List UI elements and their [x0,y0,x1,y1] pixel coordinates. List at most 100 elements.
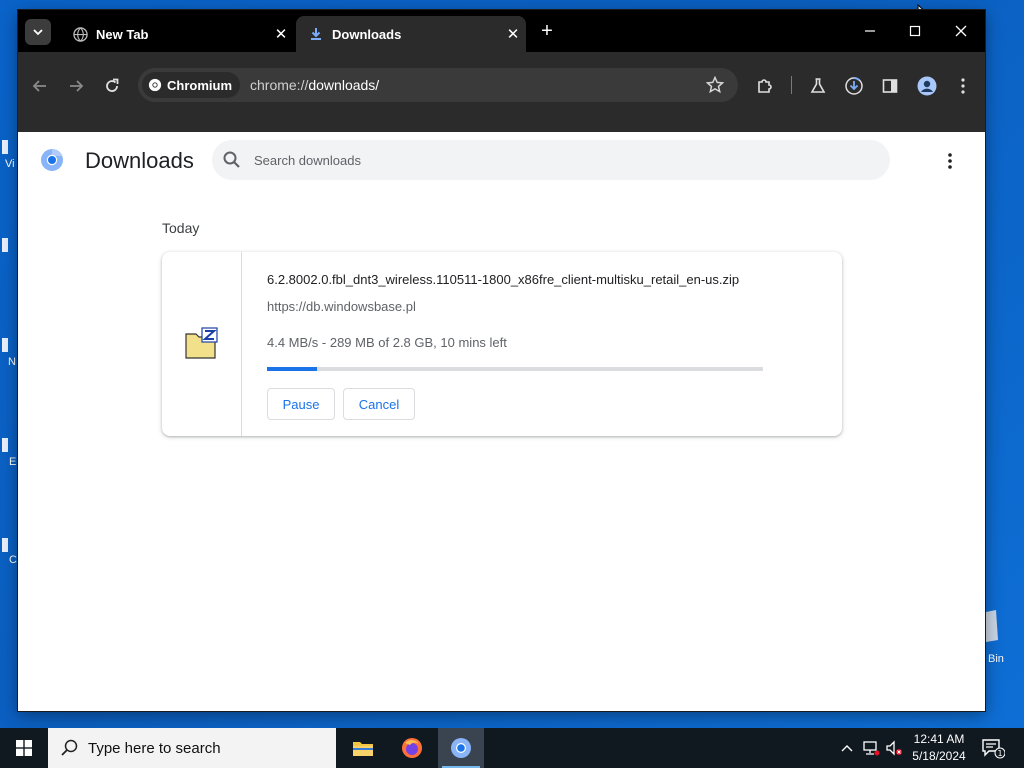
recycle-bin-icon[interactable] [986,608,998,645]
back-button[interactable] [28,74,52,98]
download-icon-column [162,252,242,436]
download-progress-bar [267,367,763,371]
clock-date: 5/18/2024 [912,749,966,763]
side-panel-icon [882,79,898,93]
close-icon [955,25,967,37]
desktop-icon-fragment[interactable] [2,140,8,157]
globe-icon [72,26,88,42]
browser-toolbar: Chromium chrome://downloads/ [18,52,985,132]
notification-icon: 1 [982,739,1005,759]
desktop-icon-label: N [8,356,16,368]
date-section-label: Today [162,220,200,236]
desktop-icon-fragment[interactable] [2,238,8,255]
site-chip-label: Chromium [167,77,232,93]
search-input[interactable] [254,145,854,175]
profile-button[interactable] [915,74,939,98]
tab-strip: New Tab ✕ Downloads ✕ + [18,10,985,52]
arrow-right-icon [70,80,84,92]
browser-window: New Tab ✕ Downloads ✕ + Chromium chrome:… [18,10,985,711]
chevron-down-icon [33,29,43,36]
url-text[interactable]: chrome://downloads/ [250,77,379,93]
address-bar[interactable]: Chromium chrome://downloads/ [138,68,738,102]
close-tab-icon[interactable]: ✕ [272,25,290,43]
minimize-button[interactable] [855,18,885,44]
clock-time: 12:41 AM [913,732,965,746]
start-button[interactable] [0,728,48,768]
minimize-icon [865,30,875,32]
url-host: downloads [308,77,376,93]
puzzle-piece-icon [758,79,772,93]
speaker-muted-icon [886,740,902,756]
chromium-logo-icon [41,148,63,171]
download-source-url[interactable]: https://db.windowsbase.pl [267,299,416,314]
desktop-icon-label: E [9,456,17,468]
site-info-chip[interactable]: Chromium [142,72,240,98]
avatar-icon [917,76,937,96]
taskbar-search-placeholder: Type here to search [88,739,221,757]
taskbar-firefox[interactable] [389,728,435,768]
desktop-icon-fragment[interactable] [2,538,8,555]
download-item: 6.2.8002.0.fbl_dnt3_wireless.110511-1800… [162,252,842,436]
desktop-icon-fragment[interactable] [2,338,8,355]
recycle-bin-label: Bin [988,653,1004,665]
flask-icon [810,78,826,93]
tab-new-tab[interactable]: New Tab ✕ [60,16,294,52]
new-tab-button[interactable]: + [537,21,557,42]
desktop-icon-fragment[interactable] [2,438,8,455]
tab-title: Downloads [332,26,402,42]
bookmark-star-icon[interactable] [706,76,724,94]
url-scheme: chrome:// [250,77,309,93]
search-icon [223,151,240,168]
close-window-button[interactable] [946,18,976,44]
chromium-logo-icon [451,738,471,758]
downloads-toolbar-button[interactable] [842,74,866,98]
tab-title: New Tab [96,26,149,42]
taskbar-clock[interactable]: 12:41 AM 5/18/2024 [905,731,973,765]
tab-search-button[interactable] [25,19,51,45]
search-icon [61,739,78,756]
desktop-icon-label: C [9,554,17,566]
page-menu-button[interactable] [939,150,961,172]
windows-logo-icon [16,740,32,756]
search-downloads-box[interactable] [212,140,890,180]
arrow-left-icon [32,80,46,92]
reload-icon [106,78,119,92]
browser-menu-button[interactable] [951,74,975,98]
zip-file-icon [185,327,218,359]
forward-button[interactable] [64,74,88,98]
side-panel-button[interactable] [878,74,902,98]
network-icon [863,741,880,756]
chromium-logo-icon [148,78,162,92]
volume-tray-button[interactable] [884,728,904,768]
tab-downloads[interactable]: Downloads ✕ [296,16,526,52]
toolbar-divider [791,76,792,94]
reload-button[interactable] [100,74,124,98]
downloads-page: Downloads Today 6.2.8002.0.fbl_dnt3_wire… [18,132,985,711]
desktop-icon-label: Vi [5,158,15,170]
taskbar: Type here to search 12:41 AM 5/18/2024 1 [0,728,1024,768]
notification-count: 1 [997,749,1002,758]
kebab-menu-icon [961,78,965,94]
notifications-button[interactable]: 1 [980,728,1006,768]
taskbar-search-box[interactable]: Type here to search [48,728,336,768]
folder-icon [353,742,373,756]
firefox-icon [402,738,422,758]
pause-button[interactable]: Pause [267,388,335,420]
network-tray-button[interactable] [860,728,882,768]
extensions-button[interactable] [753,74,777,98]
kebab-menu-icon [948,153,952,169]
download-status: 4.4 MB/s - 289 MB of 2.8 GB, 10 mins lef… [267,335,507,350]
download-progress-icon [845,77,863,95]
taskbar-chromium[interactable] [438,728,484,768]
download-filename-link[interactable]: 6.2.8002.0.fbl_dnt3_wireless.110511-1800… [267,272,739,287]
maximize-icon [909,25,921,37]
close-tab-icon[interactable]: ✕ [504,25,522,43]
labs-button[interactable] [806,74,830,98]
url-path: / [375,77,380,93]
cancel-button[interactable]: Cancel [343,388,415,420]
download-icon [308,26,324,42]
maximize-button[interactable] [900,18,930,44]
chevron-up-icon [841,745,853,752]
show-hidden-icons-button[interactable] [838,728,856,768]
taskbar-file-explorer[interactable] [340,728,386,768]
